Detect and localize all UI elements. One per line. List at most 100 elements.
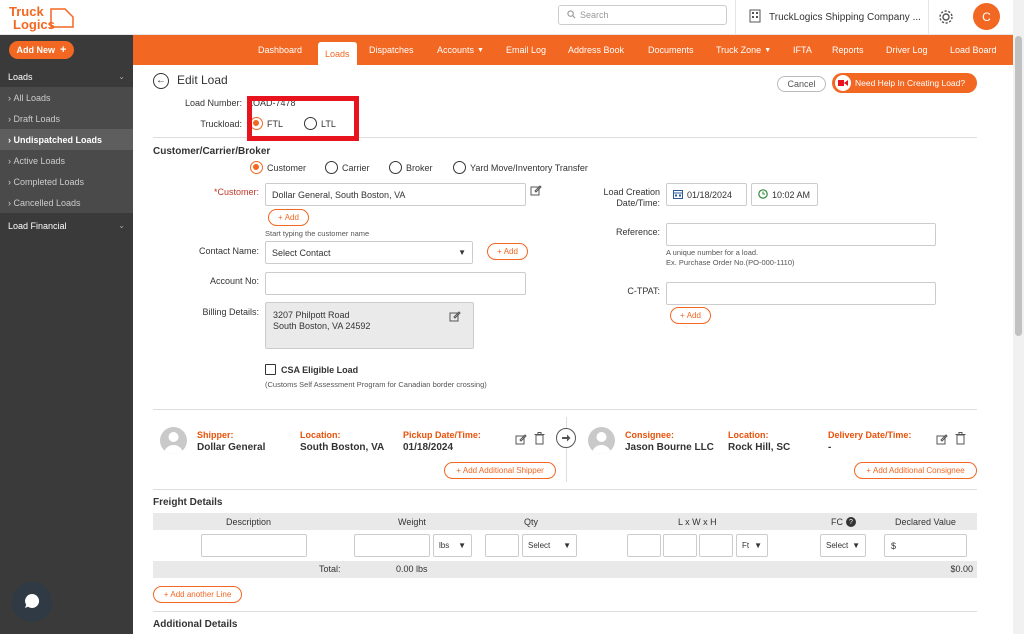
- plus-icon: +: [163, 590, 169, 599]
- chevron-down-icon: ▼: [563, 541, 571, 550]
- fc-value: Select: [826, 541, 849, 550]
- add-additional-consignee-button[interactable]: + Add Additional Consignee: [854, 462, 977, 479]
- sidebar-item-cancelled-loads[interactable]: › Cancelled Loads: [0, 192, 133, 213]
- search-input[interactable]: Search: [558, 5, 727, 25]
- back-button[interactable]: ←: [153, 73, 169, 89]
- declared-value-input[interactable]: $: [884, 534, 967, 557]
- add-new-label: Add New: [16, 45, 56, 55]
- sidebar-item-all-loads[interactable]: › All Loads: [0, 87, 133, 108]
- radio-label: Carrier: [342, 162, 370, 173]
- add-label: Add: [503, 247, 518, 256]
- edit-billing-icon[interactable]: [449, 310, 461, 325]
- plus-icon: +: [60, 44, 67, 56]
- sidebar-item-undispatched-loads[interactable]: › Undispatched Loads: [0, 129, 133, 150]
- radio-label: Broker: [406, 162, 433, 173]
- nav-load-board[interactable]: Load Board: [950, 35, 997, 65]
- nav-dispatches[interactable]: Dispatches: [369, 35, 414, 65]
- additional-details-title: Additional Details: [153, 619, 238, 630]
- ctpat-input[interactable]: [666, 282, 936, 305]
- sidebar-item-label: Undispatched Loads: [13, 134, 103, 145]
- account-no-input[interactable]: [265, 272, 526, 295]
- sidebar-item-draft-loads[interactable]: › Draft Loads: [0, 108, 133, 129]
- nav-reports[interactable]: Reports: [832, 35, 864, 65]
- highlight-annotation-box: [247, 96, 359, 141]
- reference-input[interactable]: [666, 223, 936, 246]
- freight-height-input[interactable]: [699, 534, 733, 557]
- freight-table-header: Description Weight Qty L x W x H FC ? De…: [153, 513, 977, 530]
- plus-icon: +: [497, 247, 502, 256]
- billing-line-2: South Boston, VA 24592: [273, 321, 371, 331]
- csa-checkbox[interactable]: CSA Eligible Load: [265, 364, 358, 375]
- nav-ifta[interactable]: IFTA: [793, 35, 812, 65]
- plus-icon: +: [278, 213, 283, 222]
- add-another-line-button[interactable]: + Add another Line: [153, 586, 242, 603]
- nav-address-book[interactable]: Address Book: [568, 35, 624, 65]
- sidebar-item-completed-loads[interactable]: › Completed Loads: [0, 171, 133, 192]
- shipper-location-value: South Boston, VA: [300, 442, 385, 453]
- sidebar-section-load-financial[interactable]: Load Financial ⌄: [0, 215, 133, 236]
- freight-weight-input[interactable]: [354, 534, 430, 557]
- qty-unit-select[interactable]: Select ▼: [522, 534, 577, 557]
- divider: [153, 611, 977, 612]
- truckload-label: Truckload:: [200, 119, 242, 129]
- trucklogics-logo[interactable]: Truck Logics: [7, 3, 77, 33]
- help-circle-icon[interactable]: ?: [846, 517, 856, 527]
- fc-select[interactable]: Select ▼: [820, 534, 866, 557]
- sidebar-section-loads[interactable]: Loads ⌄: [0, 66, 133, 87]
- customer-input[interactable]: Dollar General, South Boston, VA: [265, 183, 526, 206]
- settings-button[interactable]: [928, 0, 962, 35]
- video-icon: [835, 75, 851, 91]
- delete-consignee-icon[interactable]: [955, 432, 966, 447]
- freight-width-input[interactable]: [663, 534, 697, 557]
- add-label: Add Additional Consignee: [873, 466, 965, 475]
- chevron-down-icon: ▼: [852, 541, 860, 550]
- party-yard-move-radio[interactable]: Yard Move/Inventory Transfer: [453, 161, 588, 174]
- nav-loads[interactable]: Loads: [318, 42, 357, 65]
- shipper-label: Shipper:: [197, 430, 234, 440]
- add-contact-button[interactable]: + Add: [487, 243, 528, 260]
- consignee-location-value: Rock Hill, SC: [728, 442, 791, 453]
- party-customer-radio[interactable]: Customer: [250, 161, 306, 174]
- creation-time-input[interactable]: 10:02 AM: [751, 183, 818, 206]
- party-broker-radio[interactable]: Broker: [389, 161, 433, 174]
- edit-shipper-icon[interactable]: [515, 433, 527, 447]
- edit-consignee-icon[interactable]: [936, 433, 948, 447]
- company-switcher[interactable]: TruckLogics Shipping Company ...: [735, 0, 925, 35]
- nav-driver-log[interactable]: Driver Log: [886, 35, 928, 65]
- chevron-down-icon: ⌄: [118, 221, 125, 230]
- weight-unit-value: lbs: [439, 541, 450, 550]
- sidebar-item-label: Draft Loads: [13, 113, 61, 124]
- nav-email-log[interactable]: Email Log: [506, 35, 546, 65]
- sidebar-item-active-loads[interactable]: › Active Loads: [0, 150, 133, 171]
- weight-unit-select[interactable]: lbs ▼: [433, 534, 472, 557]
- nav-accounts[interactable]: Accounts ▼: [437, 35, 484, 65]
- nav-documents[interactable]: Documents: [648, 35, 694, 65]
- arrow-right-circle-icon: [556, 428, 576, 448]
- add-additional-shipper-button[interactable]: + Add Additional Shipper: [444, 462, 556, 479]
- reference-label: Reference:: [615, 227, 660, 237]
- help-button[interactable]: Need Help In Creating Load?: [832, 73, 977, 93]
- csa-label: CSA Eligible Load: [281, 364, 359, 375]
- add-new-button[interactable]: Add New +: [9, 41, 74, 59]
- freight-qty-input[interactable]: [485, 534, 519, 557]
- creation-date-value: 01/18/2024: [687, 189, 733, 200]
- add-ctpat-button[interactable]: + Add: [670, 307, 711, 324]
- add-customer-button[interactable]: + Add: [268, 209, 309, 226]
- consignee-value: Jason Bourne LLC: [625, 442, 714, 453]
- delete-shipper-icon[interactable]: [534, 432, 545, 447]
- edit-customer-icon[interactable]: [530, 184, 542, 198]
- creation-time-value: 10:02 AM: [772, 189, 811, 200]
- nav-dashboard[interactable]: Dashboard: [258, 35, 302, 65]
- freight-length-input[interactable]: [627, 534, 661, 557]
- creation-date-input[interactable]: 01/18/2024: [666, 183, 747, 206]
- nav-truck-zone[interactable]: Truck Zone ▼: [716, 35, 771, 65]
- cancel-button[interactable]: Cancel: [777, 76, 826, 92]
- chat-widget-button[interactable]: [12, 582, 52, 622]
- user-avatar[interactable]: C: [973, 3, 1000, 30]
- sidebar-item-label: Cancelled Loads: [13, 197, 81, 208]
- freight-description-input[interactable]: [201, 534, 307, 557]
- dimension-unit-select[interactable]: Ft ▼: [736, 534, 768, 557]
- contact-name-select[interactable]: Select Contact ▼: [265, 241, 473, 264]
- page-scrollbar-thumb[interactable]: [1015, 36, 1022, 336]
- party-carrier-radio[interactable]: Carrier: [325, 161, 370, 174]
